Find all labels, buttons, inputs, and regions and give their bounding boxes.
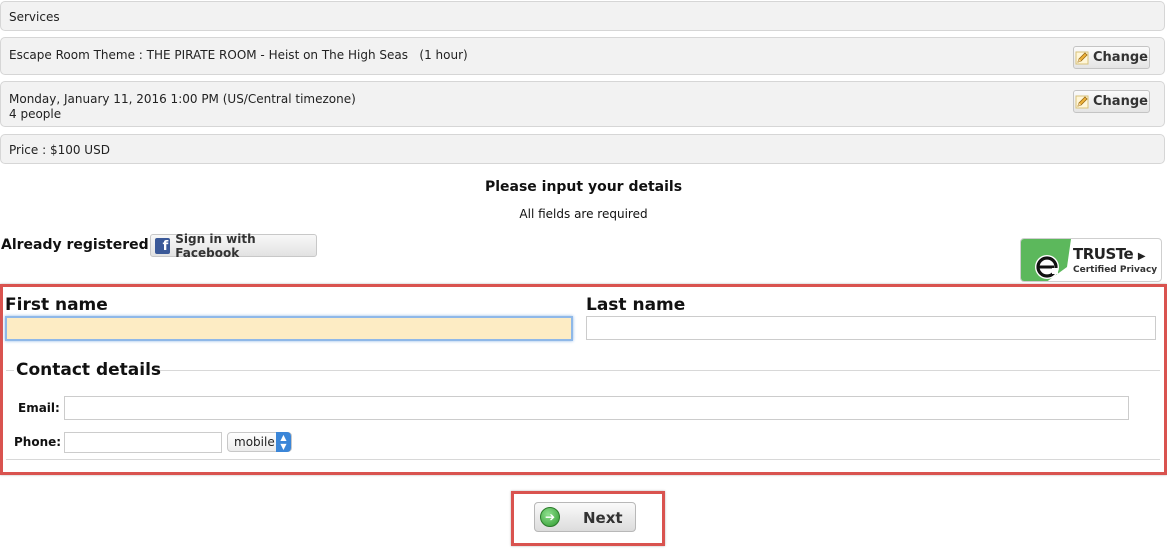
price-row: Price : $100 USD: [0, 134, 1165, 164]
change-theme-label: Change: [1093, 50, 1148, 65]
email-input[interactable]: [64, 396, 1129, 420]
truste-logo: [1021, 239, 1071, 281]
select-arrows-icon: ▲ ▼: [276, 432, 291, 452]
first-name-label: First name: [5, 295, 108, 315]
datetime-row: Monday, January 11, 2016 1:00 PM (US/Cen…: [0, 81, 1165, 127]
truste-brand: TRUSTe ▶: [1073, 245, 1146, 263]
pencil-icon: [1075, 51, 1089, 65]
phone-label: Phone:: [14, 435, 62, 449]
contact-fieldset-line-left: [6, 370, 14, 371]
contact-fieldset-line-right: [160, 370, 1160, 371]
contact-details-legend: Contact details: [16, 360, 162, 380]
people-count: 4 people: [9, 107, 62, 121]
next-button[interactable]: ➔ Next: [534, 502, 636, 532]
phone-type-value: mobile: [234, 435, 275, 449]
last-name-input[interactable]: [586, 316, 1156, 340]
phone-type-select[interactable]: mobile ▲ ▼: [227, 432, 292, 452]
facebook-icon: f: [155, 237, 171, 254]
first-name-input[interactable]: [5, 316, 573, 341]
change-theme-button[interactable]: Change: [1073, 46, 1150, 69]
change-datetime-button[interactable]: Change: [1073, 90, 1150, 113]
phone-input[interactable]: [64, 432, 222, 453]
page-subtitle: All fields are required: [519, 207, 648, 221]
email-label: Email:: [18, 401, 60, 415]
contact-fieldset-bottom: [6, 459, 1160, 460]
next-button-label: Next: [583, 509, 623, 527]
facebook-signin-button[interactable]: f Sign in with Facebook: [150, 231, 317, 260]
theme-row: Escape Room Theme : THE PIRATE ROOM - He…: [0, 37, 1165, 75]
services-label: Services: [9, 10, 60, 24]
services-header: Services: [0, 1, 1165, 31]
truste-badge[interactable]: TRUSTe ▶ Certified Privacy: [1020, 238, 1162, 282]
already-registered-label: Already registered ?: [1, 237, 162, 253]
truste-arrow-icon: ▶: [1137, 251, 1146, 262]
truste-subtitle: Certified Privacy: [1073, 265, 1158, 275]
change-datetime-label: Change: [1093, 94, 1148, 109]
arrow-right-circle-icon: ➔: [540, 507, 560, 527]
datetime-text: Monday, January 11, 2016 1:00 PM (US/Cen…: [9, 92, 356, 106]
last-name-label: Last name: [586, 295, 686, 315]
price-text: Price : $100 USD: [9, 143, 110, 157]
page-title: Please input your details: [484, 179, 683, 195]
facebook-signin-label: Sign in with Facebook: [175, 231, 256, 260]
pencil-icon: [1075, 95, 1089, 109]
theme-text: Escape Room Theme : THE PIRATE ROOM - He…: [9, 48, 468, 62]
